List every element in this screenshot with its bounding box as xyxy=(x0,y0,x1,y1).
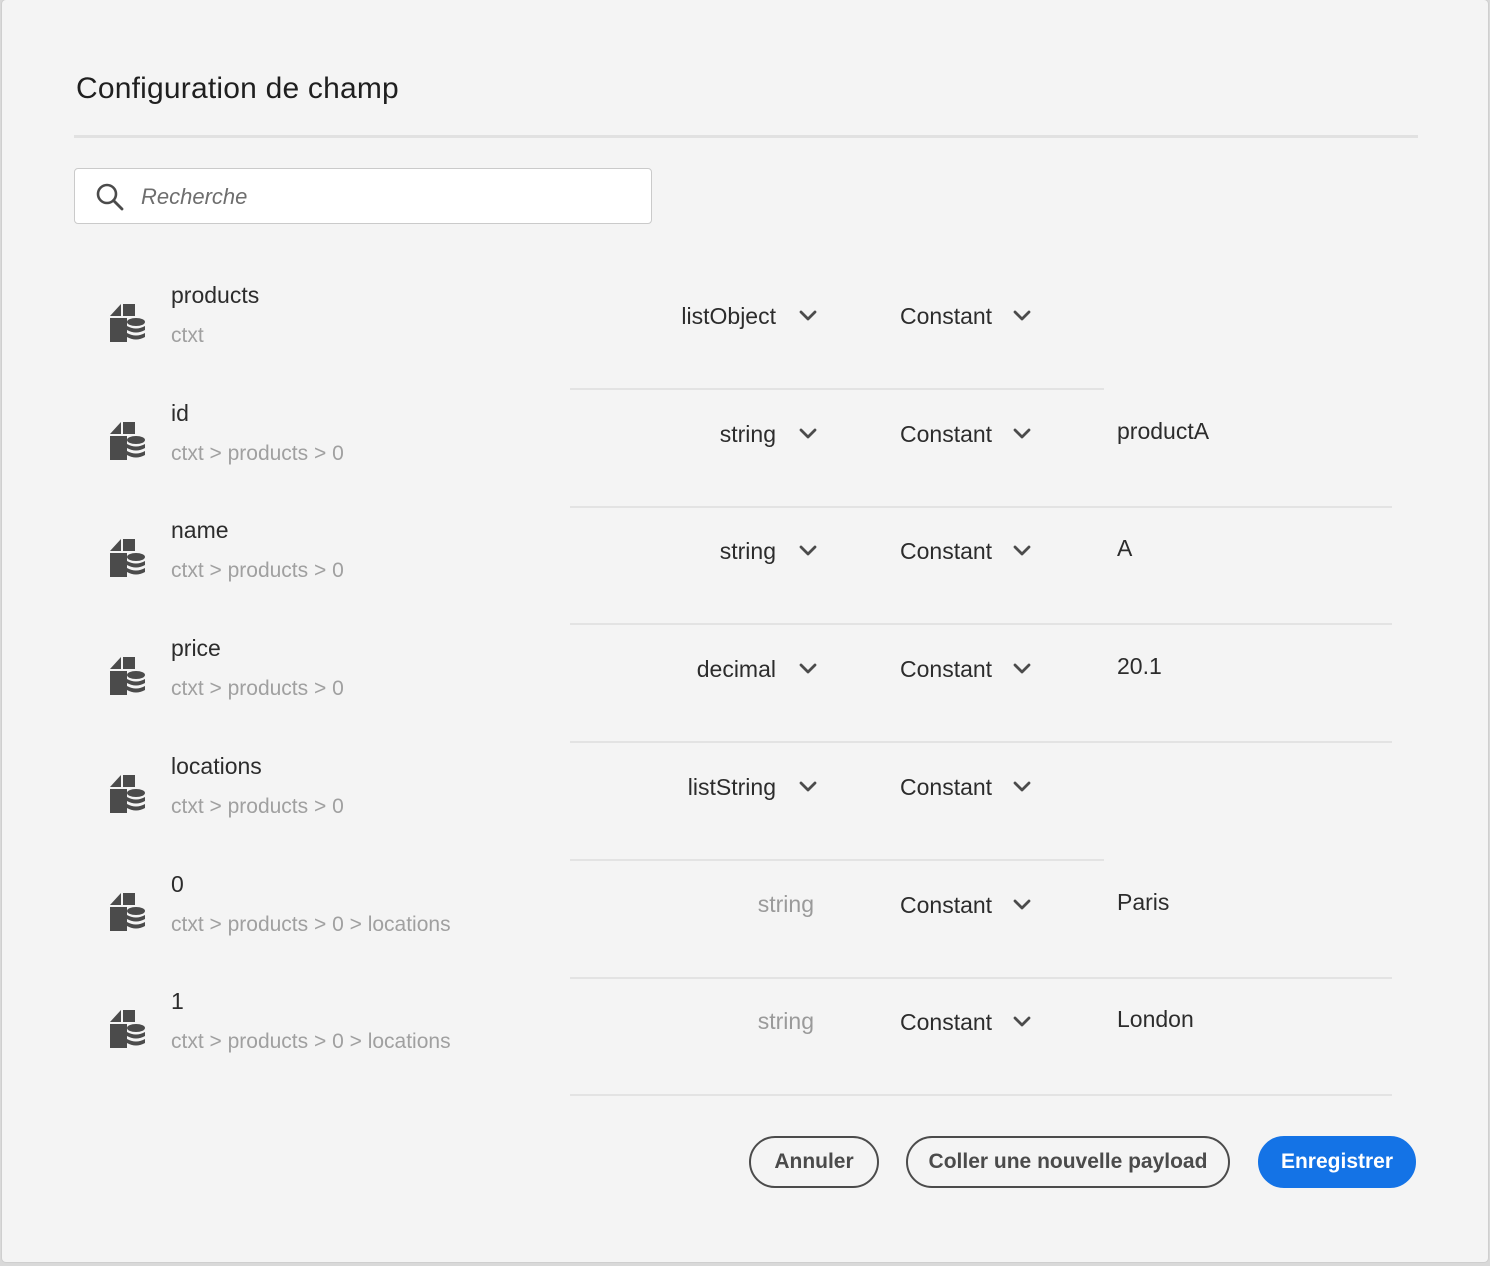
field-schema-icon xyxy=(108,302,146,349)
field-name: products xyxy=(171,282,260,308)
type-value: string xyxy=(719,420,776,447)
chevron-down-icon xyxy=(1012,1012,1032,1032)
type-value: string xyxy=(719,537,776,564)
field-name: price xyxy=(171,635,221,661)
field-configuration-dialog: Configuration de champ products ctxt listO… xyxy=(2,0,1488,1262)
field-name: id xyxy=(171,400,189,426)
mode-value: Constant xyxy=(900,1008,993,1035)
type-dropdown[interactable]: string xyxy=(720,414,818,454)
search-box[interactable] xyxy=(74,168,652,224)
paste-new-payload-button[interactable]: Coller une nouvelle payload xyxy=(906,1136,1230,1188)
chevron-down-icon xyxy=(798,424,818,444)
mode-value: Constant xyxy=(900,537,993,564)
type-value-readonly: string xyxy=(757,891,814,917)
title-divider xyxy=(74,135,1418,138)
field-name: 0 xyxy=(171,871,184,897)
field-schema-icon xyxy=(108,891,146,938)
chevron-down-icon xyxy=(1012,306,1032,326)
row-divider xyxy=(570,1094,1392,1096)
chevron-down-icon xyxy=(798,777,818,797)
dialog-title: Configuration de champ xyxy=(76,72,399,105)
mode-value: Constant xyxy=(900,891,993,918)
type-dropdown[interactable]: listString xyxy=(688,767,818,807)
field-row: locations ctxt > products > 0 listString Co… xyxy=(2,743,1488,861)
mode-dropdown[interactable]: Constant xyxy=(900,767,1032,807)
field-path: ctxt > products > 0 > locations xyxy=(171,913,451,936)
field-schema-icon xyxy=(108,655,146,702)
field-row: id ctxt > products > 0 string Constant produ… xyxy=(2,390,1488,508)
mode-value: Constant xyxy=(900,420,993,447)
field-path: ctxt > products > 0 xyxy=(171,795,344,818)
field-value-input[interactable]: Paris xyxy=(1117,889,1169,916)
mode-value: Constant xyxy=(900,773,993,800)
field-row: 1 ctxt > products > 0 > locations string Co… xyxy=(2,978,1488,1096)
type-dropdown[interactable]: decimal xyxy=(697,649,818,689)
mode-value: Constant xyxy=(900,655,993,682)
search-input[interactable] xyxy=(139,177,633,217)
save-button[interactable]: Enregistrer xyxy=(1258,1136,1416,1188)
search-icon xyxy=(95,182,125,217)
mode-dropdown[interactable]: Constant xyxy=(900,414,1032,454)
field-row: name ctxt > products > 0 string Constant A xyxy=(2,507,1488,625)
field-path: ctxt > products > 0 > locations xyxy=(171,1030,451,1053)
type-value: listObject xyxy=(681,302,776,329)
chevron-down-icon xyxy=(1012,659,1032,679)
type-value-readonly: string xyxy=(757,1008,814,1034)
type-value: decimal xyxy=(696,655,776,682)
field-schema-icon xyxy=(108,1008,146,1055)
field-path: ctxt xyxy=(171,324,204,347)
field-value-input[interactable]: A xyxy=(1117,535,1132,562)
cancel-button[interactable]: Annuler xyxy=(749,1136,879,1188)
mode-value: Constant xyxy=(900,302,993,329)
type-value: listString xyxy=(687,773,776,800)
field-schema-icon xyxy=(108,537,146,584)
field-row: price ctxt > products > 0 decimal Constant 2… xyxy=(2,625,1488,743)
type-dropdown[interactable]: listObject xyxy=(681,296,818,336)
mode-dropdown[interactable]: Constant xyxy=(900,531,1032,571)
chevron-down-icon xyxy=(798,541,818,561)
field-value-input[interactable]: 20.1 xyxy=(1117,653,1162,680)
field-name: locations xyxy=(171,753,262,779)
field-schema-icon xyxy=(108,420,146,467)
field-path: ctxt > products > 0 xyxy=(171,559,344,582)
field-path: ctxt > products > 0 xyxy=(171,442,344,465)
field-name: 1 xyxy=(171,988,184,1014)
field-row: 0 ctxt > products > 0 > locations string Co… xyxy=(2,861,1488,979)
chevron-down-icon xyxy=(1012,777,1032,797)
chevron-down-icon xyxy=(1012,541,1032,561)
chevron-down-icon xyxy=(1012,424,1032,444)
mode-dropdown[interactable]: Constant xyxy=(900,649,1032,689)
field-name: name xyxy=(171,517,229,543)
chevron-down-icon xyxy=(1012,895,1032,915)
mode-dropdown[interactable]: Constant xyxy=(900,885,1032,925)
type-dropdown[interactable]: string xyxy=(720,531,818,571)
mode-dropdown[interactable]: Constant xyxy=(900,1002,1032,1042)
mode-dropdown[interactable]: Constant xyxy=(900,296,1032,336)
field-value-input[interactable]: London xyxy=(1117,1006,1194,1033)
field-path: ctxt > products > 0 xyxy=(171,677,344,700)
chevron-down-icon xyxy=(798,306,818,326)
field-row: products ctxt listObject Constant xyxy=(2,272,1488,390)
field-schema-icon xyxy=(108,773,146,820)
chevron-down-icon xyxy=(798,659,818,679)
field-value-input[interactable]: productA xyxy=(1117,418,1209,445)
